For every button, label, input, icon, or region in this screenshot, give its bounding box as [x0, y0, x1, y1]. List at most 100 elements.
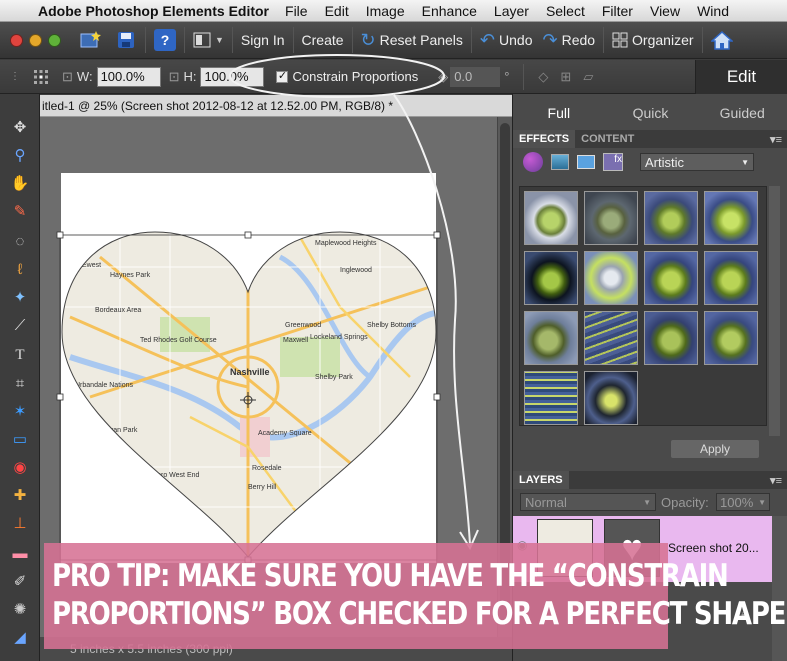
- effect-thumb-9[interactable]: [524, 311, 578, 365]
- tab-quick[interactable]: Quick: [605, 105, 697, 121]
- menu-enhance[interactable]: Enhance: [422, 3, 477, 19]
- effect-thumb-5[interactable]: [524, 251, 578, 305]
- map-label-rosedale: Rosedale: [252, 465, 282, 472]
- lasso-tool-icon[interactable]: ℓ: [9, 258, 31, 280]
- help-icon[interactable]: ?: [154, 29, 176, 51]
- tab-effects[interactable]: EFFECTS: [513, 130, 576, 148]
- marquee-tool-icon[interactable]: ◌: [9, 230, 31, 252]
- top-toolbar: ? ▼ Sign In Create ↻ Reset Panels ↶ Undo…: [0, 22, 787, 59]
- map-label-ted-rhodes: Ted Rhodes Golf Course: [140, 337, 217, 344]
- effect-thumb-4[interactable]: [704, 191, 758, 245]
- menu-image[interactable]: Image: [366, 3, 405, 19]
- effect-thumb-8[interactable]: [704, 251, 758, 305]
- effects-category-dropdown[interactable]: Artistic ▼: [640, 153, 754, 171]
- layer-name[interactable]: Screen shot 20...: [668, 541, 759, 555]
- effect-thumb-13[interactable]: [524, 371, 578, 425]
- crop-tool-icon[interactable]: ⌗: [9, 372, 31, 394]
- photo-effects-icon[interactable]: [577, 155, 595, 169]
- map-label-shelby-park: Shelby Park: [315, 374, 353, 381]
- menu-filter[interactable]: Filter: [602, 3, 633, 19]
- mode-tabs: Full Quick Guided: [513, 100, 787, 126]
- filters-icon[interactable]: [523, 152, 543, 172]
- width-field[interactable]: 100.0%: [96, 66, 161, 87]
- panel-menu-icon[interactable]: ▾≡: [770, 133, 782, 146]
- height-field[interactable]: 100.0%: [200, 66, 265, 87]
- document-tab[interactable]: itled-1 @ 25% (Screen shot 2012-08-12 at…: [40, 95, 512, 117]
- effect-thumb-11[interactable]: [644, 311, 698, 365]
- effect-thumb-12[interactable]: [704, 311, 758, 365]
- menu-edit[interactable]: Edit: [325, 3, 349, 19]
- eyedropper-tool-icon[interactable]: ✎: [9, 200, 31, 222]
- layout-dropdown[interactable]: ▼: [193, 32, 224, 48]
- width-label: W:: [76, 69, 93, 84]
- opacity-field[interactable]: 100% ▼: [716, 493, 770, 511]
- red-eye-tool-icon[interactable]: ◉: [9, 456, 31, 478]
- clone-stamp-tool-icon[interactable]: ⊥: [9, 512, 31, 534]
- cookie-cutter-tool-icon[interactable]: ✶: [9, 400, 31, 422]
- menu-file[interactable]: File: [285, 3, 308, 19]
- layers-scrollbar[interactable]: [772, 516, 787, 661]
- tab-layers[interactable]: LAYERS: [513, 471, 569, 489]
- tab-content[interactable]: CONTENT: [575, 130, 640, 148]
- effect-thumb-10[interactable]: [584, 311, 638, 365]
- menu-layer[interactable]: Layer: [494, 3, 529, 19]
- angle-field[interactable]: 0.0: [450, 66, 501, 87]
- chevron-down-icon: ▼: [643, 497, 651, 507]
- fx-icon[interactable]: fx: [603, 153, 623, 171]
- blend-mode-dropdown[interactable]: Normal ▼: [520, 493, 656, 511]
- map-label-inglewood: Inglewood: [340, 267, 372, 274]
- effect-thumb-1[interactable]: [524, 191, 578, 245]
- constrain-proportions-checkbox[interactable]: ✓ Constrain Proportions: [276, 69, 418, 84]
- magic-wand-tool-icon[interactable]: ✦: [9, 286, 31, 308]
- redo-button[interactable]: ↷ Redo: [542, 31, 595, 49]
- menu-select[interactable]: Select: [546, 3, 585, 19]
- home-icon[interactable]: [710, 29, 733, 51]
- effect-thumb-2[interactable]: [584, 191, 638, 245]
- minimize-window-button[interactable]: [29, 33, 42, 47]
- skew-icon[interactable]: ◇: [538, 69, 548, 85]
- layer-styles-icon[interactable]: [551, 154, 569, 170]
- move-tool-icon[interactable]: ✥: [9, 116, 31, 138]
- healing-brush-tool-icon[interactable]: ✚: [9, 484, 31, 506]
- effects-scrollbar[interactable]: [769, 186, 780, 436]
- effect-thumb-3[interactable]: [644, 191, 698, 245]
- map-label-haynes: Haynes Park: [110, 272, 151, 279]
- edit-mode-label[interactable]: Edit: [695, 60, 787, 94]
- reset-panels-button[interactable]: ↻ Reset Panels: [361, 31, 463, 49]
- paint-bucket-tool-icon[interactable]: ◢: [9, 626, 31, 648]
- quick-selection-tool-icon[interactable]: ⟋: [9, 314, 31, 336]
- smart-brush-tool-icon[interactable]: ✺: [9, 598, 31, 620]
- tab-full[interactable]: Full: [513, 105, 605, 121]
- tab-guided[interactable]: Guided: [696, 105, 787, 121]
- perspective-icon[interactable]: ▱: [583, 69, 593, 85]
- effect-thumb-6[interactable]: [584, 251, 638, 305]
- menu-view[interactable]: View: [650, 3, 680, 19]
- collapse-icon[interactable]: ⋮: [0, 71, 30, 82]
- layers-menu-icon[interactable]: ▾≡: [770, 474, 782, 487]
- effect-thumb-7[interactable]: [644, 251, 698, 305]
- new-file-icon[interactable]: [79, 29, 101, 51]
- chevron-down-icon: ▼: [215, 35, 224, 45]
- reference-point-icon[interactable]: [30, 67, 52, 87]
- brush-tool-icon[interactable]: ✐: [9, 570, 31, 592]
- close-window-button[interactable]: [10, 33, 23, 47]
- menu-window[interactable]: Wind: [697, 3, 729, 19]
- apply-button[interactable]: Apply: [671, 440, 759, 458]
- app-name[interactable]: Adobe Photoshop Elements Editor: [38, 3, 269, 19]
- effects-thumbnail-grid: [519, 186, 767, 426]
- sign-in-link[interactable]: Sign In: [241, 32, 285, 48]
- zoom-window-button[interactable]: [48, 33, 61, 47]
- distort-icon[interactable]: ⊞: [560, 69, 571, 85]
- undo-button[interactable]: ↶ Undo: [480, 31, 533, 49]
- degree-label: °: [504, 69, 510, 84]
- save-icon[interactable]: [115, 29, 137, 51]
- straighten-tool-icon[interactable]: ▭: [9, 428, 31, 450]
- organizer-button[interactable]: Organizer: [612, 32, 694, 48]
- type-tool-icon[interactable]: T: [9, 344, 31, 366]
- hand-tool-icon[interactable]: ✋: [9, 172, 31, 194]
- create-button[interactable]: Create: [302, 32, 344, 48]
- effect-thumb-14[interactable]: [584, 371, 638, 425]
- zoom-tool-icon[interactable]: ⚲: [9, 144, 31, 166]
- pro-tip-text: Pro tip: Make sure you have the “Constra…: [52, 557, 787, 633]
- eraser-tool-icon[interactable]: ▬: [9, 542, 31, 564]
